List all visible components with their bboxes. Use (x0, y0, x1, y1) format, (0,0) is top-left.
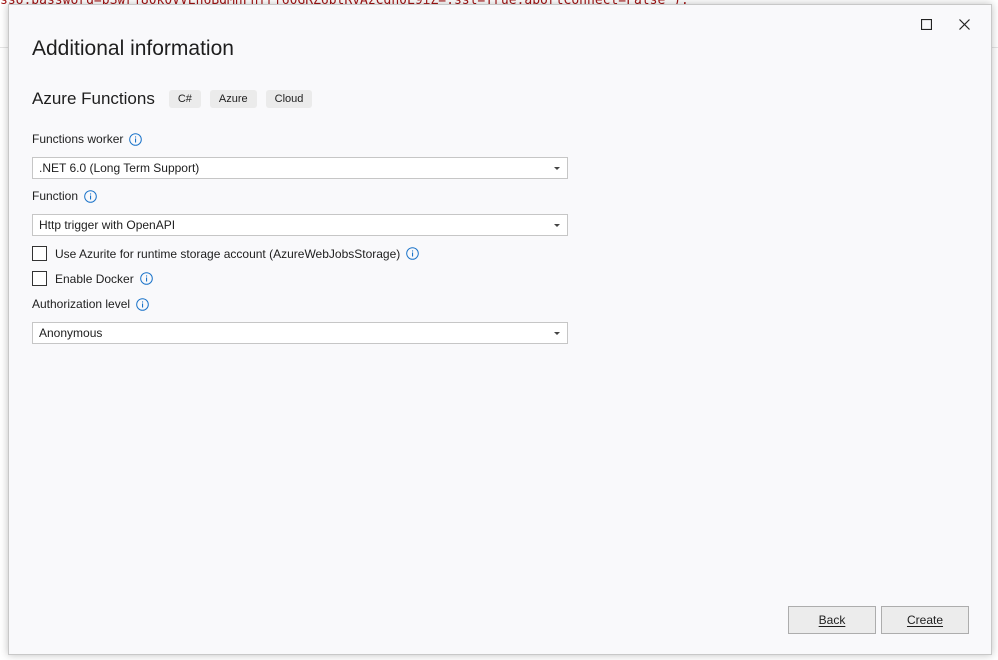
functions-worker-select[interactable]: .NET 6.0 (Long Term Support) (32, 157, 568, 179)
info-icon[interactable] (84, 189, 97, 203)
tag-category: Cloud (265, 90, 313, 108)
function-value: Http trigger with OpenAPI (39, 218, 176, 232)
maximize-button[interactable] (909, 11, 943, 37)
authorization-level-label: Authorization level (32, 297, 149, 311)
functions-worker-value: .NET 6.0 (Long Term Support) (39, 161, 200, 175)
window-controls (909, 11, 981, 37)
tag-platform: Azure (209, 90, 257, 108)
authorization-level-value: Anonymous (39, 326, 103, 340)
back-button[interactable]: Back (788, 606, 876, 634)
info-icon[interactable] (406, 247, 420, 260)
function-select[interactable]: Http trigger with OpenAPI (32, 214, 568, 236)
chevron-down-icon (554, 166, 560, 170)
close-button[interactable] (947, 11, 981, 37)
authorization-level-select[interactable]: Anonymous (32, 322, 568, 344)
info-icon[interactable] (139, 272, 153, 285)
chevron-down-icon (554, 223, 560, 227)
docker-option: Enable Docker (32, 271, 153, 286)
tag-language: C# (168, 90, 201, 108)
dialog-title: Additional information (32, 37, 234, 60)
close-icon (958, 18, 970, 30)
chevron-down-icon (554, 331, 560, 335)
docker-checkbox[interactable] (32, 271, 47, 286)
info-icon[interactable] (136, 297, 149, 311)
azurite-option: Use Azurite for runtime storage account … (32, 246, 420, 261)
template-name: Azure Functions (32, 89, 155, 108)
azurite-checkbox[interactable] (32, 246, 47, 261)
azurite-label[interactable]: Use Azurite for runtime storage account … (55, 247, 400, 261)
functions-worker-label-text: Functions worker (32, 132, 124, 146)
create-button[interactable]: Create (881, 606, 969, 634)
authorization-level-label-text: Authorization level (32, 297, 131, 311)
maximize-icon (920, 18, 932, 30)
info-icon[interactable] (129, 132, 143, 146)
functions-worker-label: Functions worker (32, 132, 143, 146)
function-label: Function (32, 189, 97, 203)
additional-information-dialog: Additional information Azure Functions C… (8, 4, 992, 655)
template-header: Azure Functions C# Azure Cloud (32, 89, 321, 109)
function-label-text: Function (32, 189, 79, 203)
docker-label[interactable]: Enable Docker (55, 272, 134, 286)
